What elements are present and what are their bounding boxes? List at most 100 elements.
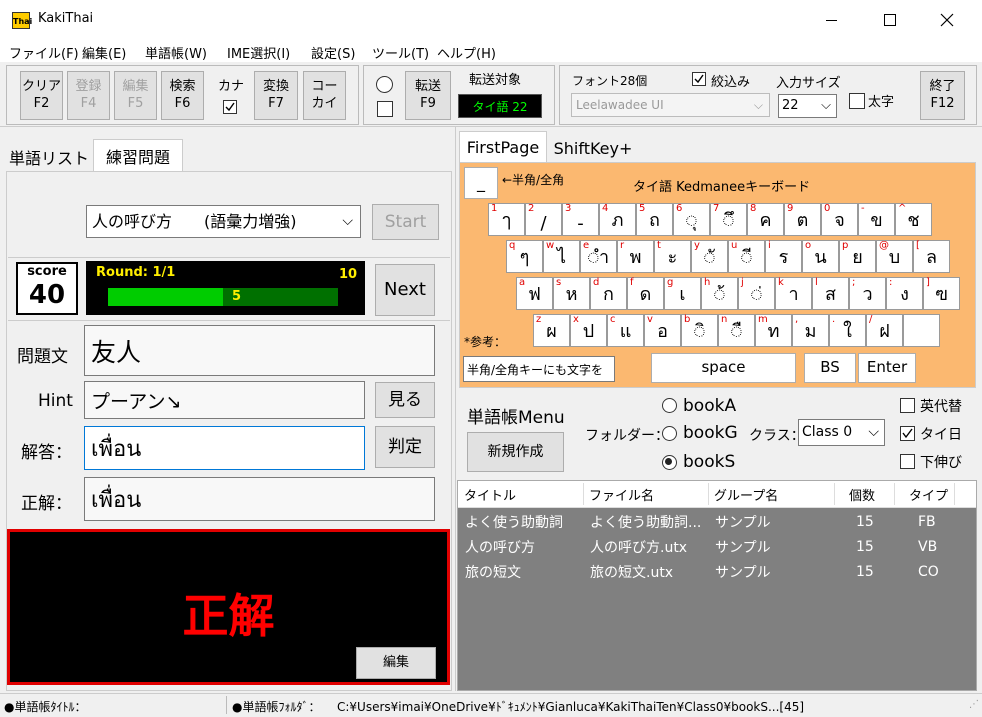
register-button[interactable]: 登録 F4	[67, 71, 110, 120]
keyboard-key[interactable]: h ◌้	[701, 277, 738, 310]
tab-shift-key[interactable]: ShiftKey+	[547, 134, 639, 162]
clear-button[interactable]: クリア F2	[20, 71, 63, 120]
keyboard-key[interactable]: pย	[839, 240, 876, 273]
exit-button[interactable]: 終了 F12	[920, 71, 965, 120]
keyboard-key[interactable]: 2/	[525, 203, 562, 236]
tab-practice[interactable]: 練習問題	[93, 139, 183, 172]
header-count[interactable]: 個数	[849, 485, 875, 504]
keyboard-key[interactable]: zผ	[533, 314, 570, 347]
option-thai-jp-checkbox[interactable]	[900, 426, 915, 441]
keyboard-key[interactable]: ^ ช	[895, 203, 932, 236]
keyboard-key[interactable]: kา	[775, 277, 812, 310]
keyboard-key[interactable]: oน	[802, 240, 839, 273]
header-type[interactable]: タイプ	[909, 485, 948, 504]
keyboard-key[interactable]: 9ต	[784, 203, 821, 236]
keyboard-key[interactable]: tะ	[654, 240, 691, 273]
keyboard-key[interactable]: y ◌ั	[691, 240, 728, 273]
keyboard-key[interactable]: 0จ	[821, 203, 858, 236]
menu-help[interactable]: ヘルプ(H)	[437, 43, 496, 62]
keyboard-key[interactable]: ,ม	[792, 314, 829, 347]
table-row[interactable]: よく使う助動詞 よく使う助動詞... サンプル 15 FB	[459, 509, 977, 534]
menu-file[interactable]: ファイル(F)	[9, 43, 79, 62]
folder-book-a-label[interactable]: bookA	[683, 396, 736, 416]
answer-input[interactable]: เพื่อน	[84, 426, 365, 470]
folder-radio-book-g[interactable]	[662, 426, 677, 441]
keyboard-key[interactable]: gเ	[664, 277, 701, 310]
keyboard-key[interactable]: mท	[755, 314, 792, 347]
show-hint-button[interactable]: 見る	[375, 382, 435, 418]
keyboard-key[interactable]: 5ถ	[636, 203, 673, 236]
keyboard-key[interactable]: xป	[570, 314, 607, 347]
keyboard-key[interactable]: / ฝ	[866, 314, 903, 347]
judge-button[interactable]: 判定	[375, 426, 435, 468]
bold-checkbox[interactable]	[849, 93, 865, 109]
keyboard-key[interactable]: 7 ◌ึ	[710, 203, 747, 236]
kokai-button[interactable]: コー カイ	[303, 71, 346, 120]
menu-settings[interactable]: 設定(S)	[311, 43, 355, 62]
keyboard-key[interactable]: ] ฃ	[923, 277, 960, 310]
folder-radio-book-s[interactable]	[662, 455, 677, 470]
transfer-radio[interactable]	[376, 76, 393, 93]
folder-book-s-label[interactable]: bookS	[683, 452, 735, 472]
resize-grip-icon[interactable]: ⋰	[969, 699, 979, 710]
keyboard-key[interactable]: u ◌ี	[728, 240, 765, 273]
keyboard-key[interactable]: 8ค	[747, 203, 784, 236]
table-row[interactable]: 人の呼び方 人の呼び方.utx サンプル 15 VB	[459, 534, 977, 559]
search-button[interactable]: 検索 F6	[161, 71, 204, 120]
keyboard-key[interactable]: ; ว	[849, 277, 886, 310]
class-select[interactable]: Class 0 ⌵	[798, 419, 885, 446]
keyboard-key[interactable]: -ข	[858, 203, 895, 236]
enter-key[interactable]: Enter	[858, 353, 916, 383]
backspace-key[interactable]: BS	[804, 353, 856, 383]
quiz-mode-select[interactable]: 人の呼び方 (語彙力増強) ⌵	[86, 205, 361, 238]
keyboard-key[interactable]: b ◌ิ	[681, 314, 718, 347]
header-title[interactable]: タイトル	[464, 485, 516, 504]
keyboard-key[interactable]: dก	[590, 277, 627, 310]
maximize-button[interactable]	[876, 8, 902, 32]
start-button[interactable]: Start	[372, 204, 439, 240]
tab-first-page[interactable]: FirstPage	[459, 131, 547, 162]
next-button[interactable]: Next	[375, 264, 435, 316]
menu-edit[interactable]: 編集(E)	[82, 43, 126, 62]
menu-ime[interactable]: IME選択(I)	[227, 43, 290, 62]
keyboard-key[interactable]: n ◌ื	[718, 314, 755, 347]
option-descender-checkbox[interactable]	[900, 454, 915, 469]
keyboard-key[interactable]: 1ๅ	[488, 203, 525, 236]
transfer-checkbox[interactable]	[377, 101, 393, 117]
keyboard-key[interactable]: vอ	[644, 314, 681, 347]
keyboard-key[interactable]: 3-	[562, 203, 599, 236]
result-edit-button[interactable]: 編集	[356, 647, 436, 679]
keyboard-key[interactable]	[903, 314, 940, 347]
keyboard-key[interactable]: .ใ	[829, 314, 866, 347]
folder-radio-book-a[interactable]	[662, 398, 677, 413]
keyboard-key[interactable]: @ บ	[876, 240, 913, 273]
filter-checkbox[interactable]	[692, 72, 706, 86]
keyboard-key[interactable]: qๆ	[506, 240, 543, 273]
keyboard-key[interactable]: 6 ◌ุ	[673, 203, 710, 236]
edit-toolbar-button[interactable]: 編集 F5	[114, 71, 157, 120]
header-filename[interactable]: ファイル名	[589, 485, 654, 504]
keyboard-key[interactable]: fด	[627, 277, 664, 310]
keyboard-key[interactable]: rพ	[617, 240, 654, 273]
folder-book-g-label[interactable]: bookG	[683, 423, 738, 443]
menu-wordbook[interactable]: 単語帳(W)	[145, 43, 207, 62]
table-row[interactable]: 旅の短文 旅の短文.utx サンプル 15 CO	[459, 559, 977, 584]
option-alt-english-checkbox[interactable]	[900, 398, 915, 413]
space-key[interactable]: space	[651, 353, 796, 383]
font-select[interactable]: Leelawadee UI ⌵	[571, 93, 770, 117]
keyboard-key[interactable]: j ◌่	[738, 277, 775, 310]
transfer-button[interactable]: 転送 F9	[405, 71, 451, 120]
keyboard-key[interactable]: aฟ	[516, 277, 553, 310]
tab-word-list[interactable]: 単語リスト	[6, 142, 92, 171]
keyboard-key[interactable]: wไ	[543, 240, 580, 273]
input-size-select[interactable]: 22 ⌵	[778, 94, 837, 118]
new-book-button[interactable]: 新規作成	[467, 432, 564, 472]
keyboard-key[interactable]: sห	[553, 277, 590, 310]
header-group[interactable]: グループ名	[714, 485, 778, 504]
kana-checkbox[interactable]	[223, 100, 237, 114]
convert-button[interactable]: 変換 F7	[254, 71, 298, 120]
minimize-button[interactable]	[818, 8, 844, 32]
keyboard-key[interactable]: e ◌ำ	[580, 240, 617, 273]
keyboard-key[interactable]: iร	[765, 240, 802, 273]
menu-tools[interactable]: ツール(T)	[372, 43, 429, 62]
